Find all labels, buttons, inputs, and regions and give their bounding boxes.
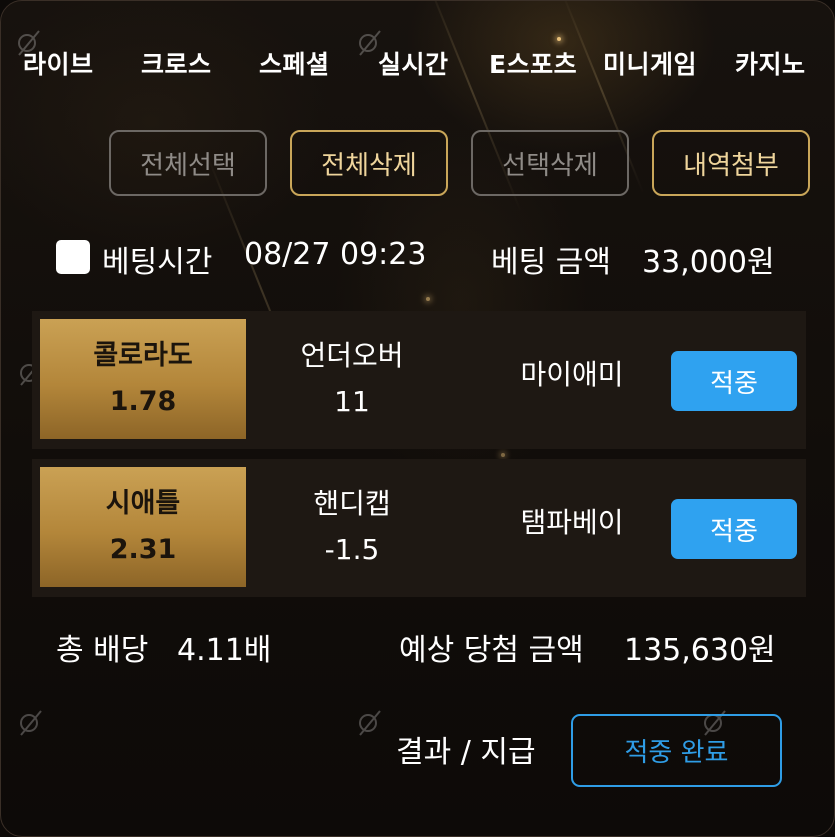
bet-row: 시애틀 2.31 핸디캡 -1.5 탬파베이 적중 (32, 459, 806, 597)
select-all-button[interactable]: 전체선택 (109, 130, 267, 196)
delete-selected-button[interactable]: 선택삭제 (471, 130, 629, 196)
bet-time-value: 08/27 09:23 (244, 237, 427, 272)
market-type: 언더오버 (300, 339, 404, 372)
result-payout-label: 결과 / 지급 (396, 735, 536, 770)
background-sparkle (426, 297, 430, 301)
background-sparkle (501, 453, 505, 457)
game-category-nav: 라이브 크로스 스페셜 실시간 E스포츠 미니게임 카지노 (1, 45, 834, 85)
opponent-team-name: 탬파베이 (520, 506, 624, 539)
nav-item-esports[interactable]: E스포츠 (489, 45, 577, 81)
nav-item-special[interactable]: 스페셜 (259, 45, 330, 81)
delete-all-button[interactable]: 전체삭제 (290, 130, 448, 196)
bet-amount-value: 33,000원 (642, 245, 775, 280)
nav-item-minigame[interactable]: 미니게임 (603, 45, 697, 81)
picked-team-card: 콜로라도 1.78 (40, 319, 246, 439)
market-info: 언더오버 11 (282, 333, 422, 425)
bet-status-badge: 적중 (671, 499, 797, 559)
watermark-logo-icon (359, 710, 381, 736)
picked-team-odds: 2.31 (109, 534, 177, 565)
market-line: -1.5 (324, 533, 380, 566)
bet-amount-label: 베팅 금액 (491, 245, 611, 280)
nav-item-live[interactable]: 라이브 (23, 45, 94, 81)
background-sparkle (557, 37, 561, 41)
bet-time-label: 베팅시간 (102, 245, 213, 280)
win-complete-button[interactable]: 적중 완료 (571, 714, 782, 787)
picked-team-card: 시애틀 2.31 (40, 467, 246, 587)
expected-win-label: 예상 당첨 금액 (399, 633, 584, 668)
bet-select-checkbox[interactable] (56, 240, 90, 274)
opponent-team-name: 마이애미 (520, 358, 624, 391)
market-type: 핸디캡 (313, 487, 391, 520)
picked-team-odds: 1.78 (109, 386, 177, 417)
bet-status-badge: 적중 (671, 351, 797, 411)
attach-history-button[interactable]: 내역첨부 (652, 130, 810, 196)
market-info: 핸디캡 -1.5 (282, 481, 422, 573)
picked-team-name: 콜로라도 (93, 340, 193, 371)
watermark-logo-icon (20, 710, 42, 736)
expected-win-value: 135,630원 (624, 633, 776, 668)
nav-item-cross[interactable]: 크로스 (141, 45, 212, 81)
total-odds-value: 4.11배 (177, 633, 272, 668)
nav-item-casino[interactable]: 카지노 (735, 45, 806, 81)
market-line: 11 (334, 385, 370, 418)
nav-item-realtime[interactable]: 실시간 (378, 45, 449, 81)
total-odds-label: 총 배당 (56, 633, 149, 668)
picked-team-name: 시애틀 (105, 488, 181, 519)
bet-slip-panel: 라이브 크로스 스페셜 실시간 E스포츠 미니게임 카지노 전체선택 전체삭제 … (0, 0, 835, 837)
bet-row: 콜로라도 1.78 언더오버 11 마이애미 적중 (32, 311, 806, 449)
